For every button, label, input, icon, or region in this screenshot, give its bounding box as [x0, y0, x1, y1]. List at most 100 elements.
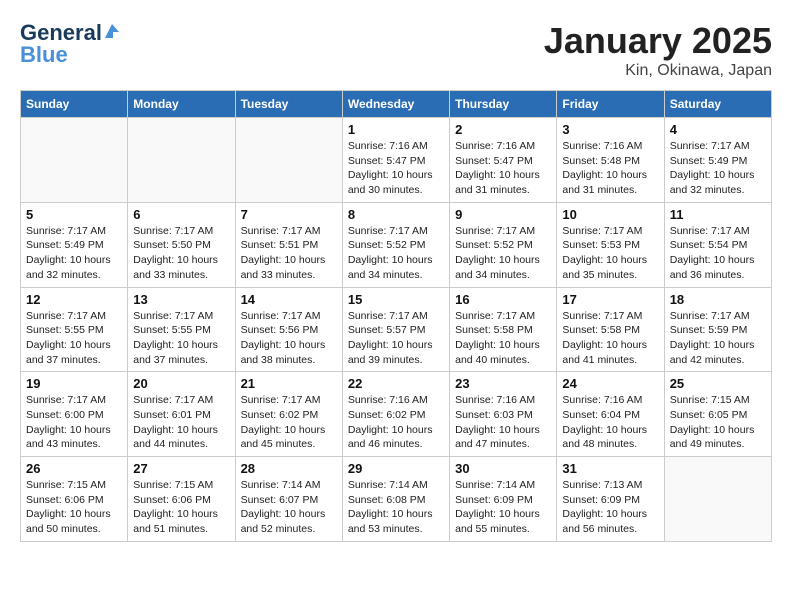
calendar-cell: 10Sunrise: 7:17 AM Sunset: 5:53 PM Dayli… — [557, 202, 664, 287]
calendar-cell: 30Sunrise: 7:14 AM Sunset: 6:09 PM Dayli… — [450, 457, 557, 542]
day-info: Sunrise: 7:17 AM Sunset: 5:49 PM Dayligh… — [670, 139, 766, 198]
calendar-cell: 15 Sunrise: 7:17 AM Sunset: 5:57 PM Dayli… — [342, 287, 449, 372]
calendar-cell: 1 Sunrise: 7:16 AM Sunset: 5:47 PM Daylig… — [342, 118, 449, 203]
calendar-cell: 11 Sunrise: 7:17 AM Sunset: 5:54 PM Dayli… — [664, 202, 771, 287]
day-number: 31 — [562, 461, 658, 476]
day-number: 29 — [348, 461, 444, 476]
logo-bird-icon — [103, 22, 121, 40]
day-number: 11 — [670, 207, 766, 222]
calendar-cell: 24 Sunrise: 7:16 AM Sunset: 6:04 PM Dayli… — [557, 372, 664, 457]
calendar-cell: 5 Sunrise: 7:17 AM Sunset: 5:49 PM Daylig… — [21, 202, 128, 287]
day-info: Sunrise: 7:14 AM Sunset: 6:09 PM Dayligh… — [455, 478, 551, 537]
calendar-cell — [235, 118, 342, 203]
day-info: Sunrise: 7:17 AM Sunset: 6:00 PM Dayligh… — [26, 393, 122, 452]
weekday-friday: Friday — [557, 91, 664, 118]
calendar-cell: 27 Sunrise: 7:15 AM Sunset: 6:06 PM Dayli… — [128, 457, 235, 542]
day-info: Sunrise: 7:17 AM Sunset: 5:52 PM Dayligh… — [348, 224, 444, 283]
day-number: 24 — [562, 376, 658, 391]
day-info: Sunrise: 7:16 AM Sunset: 5:47 PM Dayligh… — [348, 139, 444, 198]
day-info: Sunrise: 7:17 AM Sunset: 5:55 PM Dayligh… — [133, 309, 229, 368]
day-info: Sunrise: 7:15 AM Sunset: 6:06 PM Dayligh… — [133, 478, 229, 537]
day-info: Sunrise: 7:17 AM Sunset: 6:01 PM Dayligh… — [133, 393, 229, 452]
calendar-cell: 2Sunrise: 7:16 AM Sunset: 5:47 PM Daylig… — [450, 118, 557, 203]
weekday-header-row: SundayMondayTuesdayWednesdayThursdayFrid… — [21, 91, 772, 118]
calendar-cell: 3 Sunrise: 7:16 AM Sunset: 5:48 PM Daylig… — [557, 118, 664, 203]
day-info: Sunrise: 7:16 AM Sunset: 5:48 PM Dayligh… — [562, 139, 658, 198]
day-info: Sunrise: 7:16 AM Sunset: 6:02 PM Dayligh… — [348, 393, 444, 452]
calendar-title-block: January 2025 Kin, Okinawa, Japan — [544, 20, 772, 80]
calendar-cell: 23Sunrise: 7:16 AM Sunset: 6:03 PM Dayli… — [450, 372, 557, 457]
calendar-cell: 19 Sunrise: 7:17 AM Sunset: 6:00 PM Dayli… — [21, 372, 128, 457]
calendar-cell: 16 Sunrise: 7:17 AM Sunset: 5:58 PM Dayli… — [450, 287, 557, 372]
day-number: 3 — [562, 122, 658, 137]
calendar-cell: 9 Sunrise: 7:17 AM Sunset: 5:52 PM Daylig… — [450, 202, 557, 287]
calendar-cell: 4 Sunrise: 7:17 AM Sunset: 5:49 PM Daylig… — [664, 118, 771, 203]
day-info: Sunrise: 7:14 AM Sunset: 6:07 PM Dayligh… — [241, 478, 337, 537]
day-number: 20 — [133, 376, 229, 391]
day-info: Sunrise: 7:16 AM Sunset: 6:04 PM Dayligh… — [562, 393, 658, 452]
day-info: Sunrise: 7:15 AM Sunset: 6:06 PM Dayligh… — [26, 478, 122, 537]
day-number: 18 — [670, 292, 766, 307]
weekday-tuesday: Tuesday — [235, 91, 342, 118]
calendar-cell: 6 Sunrise: 7:17 AM Sunset: 5:50 PM Daylig… — [128, 202, 235, 287]
day-info: Sunrise: 7:17 AM Sunset: 5:56 PM Dayligh… — [241, 309, 337, 368]
calendar-cell: 13 Sunrise: 7:17 AM Sunset: 5:55 PM Dayli… — [128, 287, 235, 372]
calendar-cell: 26 Sunrise: 7:15 AM Sunset: 6:06 PM Dayli… — [21, 457, 128, 542]
calendar-cell: 20 Sunrise: 7:17 AM Sunset: 6:01 PM Dayli… — [128, 372, 235, 457]
calendar-cell: 21Sunrise: 7:17 AM Sunset: 6:02 PM Dayli… — [235, 372, 342, 457]
calendar-cell: 12Sunrise: 7:17 AM Sunset: 5:55 PM Dayli… — [21, 287, 128, 372]
calendar-cell — [21, 118, 128, 203]
day-number: 17 — [562, 292, 658, 307]
day-info: Sunrise: 7:16 AM Sunset: 6:03 PM Dayligh… — [455, 393, 551, 452]
day-info: Sunrise: 7:17 AM Sunset: 5:51 PM Dayligh… — [241, 224, 337, 283]
day-info: Sunrise: 7:17 AM Sunset: 5:52 PM Dayligh… — [455, 224, 551, 283]
calendar-cell: 31 Sunrise: 7:13 AM Sunset: 6:09 PM Dayli… — [557, 457, 664, 542]
logo: General Blue — [20, 20, 121, 68]
day-number: 28 — [241, 461, 337, 476]
calendar-cell: 14 Sunrise: 7:17 AM Sunset: 5:56 PM Dayli… — [235, 287, 342, 372]
day-number: 26 — [26, 461, 122, 476]
day-info: Sunrise: 7:17 AM Sunset: 5:57 PM Dayligh… — [348, 309, 444, 368]
week-row-1: 1 Sunrise: 7:16 AM Sunset: 5:47 PM Daylig… — [21, 118, 772, 203]
day-info: Sunrise: 7:17 AM Sunset: 5:58 PM Dayligh… — [562, 309, 658, 368]
day-number: 19 — [26, 376, 122, 391]
day-info: Sunrise: 7:17 AM Sunset: 5:49 PM Dayligh… — [26, 224, 122, 283]
day-info: Sunrise: 7:17 AM Sunset: 5:50 PM Dayligh… — [133, 224, 229, 283]
week-row-2: 5 Sunrise: 7:17 AM Sunset: 5:49 PM Daylig… — [21, 202, 772, 287]
week-row-4: 19 Sunrise: 7:17 AM Sunset: 6:00 PM Dayli… — [21, 372, 772, 457]
day-number: 15 — [348, 292, 444, 307]
day-info: Sunrise: 7:14 AM Sunset: 6:08 PM Dayligh… — [348, 478, 444, 537]
calendar-cell — [664, 457, 771, 542]
day-number: 10 — [562, 207, 658, 222]
day-info: Sunrise: 7:17 AM Sunset: 5:58 PM Dayligh… — [455, 309, 551, 368]
calendar-cell: 25Sunrise: 7:15 AM Sunset: 6:05 PM Dayli… — [664, 372, 771, 457]
calendar-table: SundayMondayTuesdayWednesdayThursdayFrid… — [20, 90, 772, 542]
day-number: 8 — [348, 207, 444, 222]
calendar-cell — [128, 118, 235, 203]
calendar-cell: 17 Sunrise: 7:17 AM Sunset: 5:58 PM Dayli… — [557, 287, 664, 372]
day-info: Sunrise: 7:17 AM Sunset: 5:54 PM Dayligh… — [670, 224, 766, 283]
day-number: 6 — [133, 207, 229, 222]
day-number: 22 — [348, 376, 444, 391]
day-number: 16 — [455, 292, 551, 307]
day-number: 5 — [26, 207, 122, 222]
day-number: 27 — [133, 461, 229, 476]
day-number: 9 — [455, 207, 551, 222]
day-number: 4 — [670, 122, 766, 137]
logo-blue: Blue — [20, 42, 68, 68]
calendar-cell: 28 Sunrise: 7:14 AM Sunset: 6:07 PM Dayli… — [235, 457, 342, 542]
weekday-saturday: Saturday — [664, 91, 771, 118]
week-row-5: 26 Sunrise: 7:15 AM Sunset: 6:06 PM Dayli… — [21, 457, 772, 542]
weekday-thursday: Thursday — [450, 91, 557, 118]
calendar-body: 1 Sunrise: 7:16 AM Sunset: 5:47 PM Daylig… — [21, 118, 772, 542]
calendar-cell: 18Sunrise: 7:17 AM Sunset: 5:59 PM Dayli… — [664, 287, 771, 372]
day-number: 14 — [241, 292, 337, 307]
calendar-cell: 29 Sunrise: 7:14 AM Sunset: 6:08 PM Dayli… — [342, 457, 449, 542]
day-number: 1 — [348, 122, 444, 137]
day-number: 12 — [26, 292, 122, 307]
day-info: Sunrise: 7:13 AM Sunset: 6:09 PM Dayligh… — [562, 478, 658, 537]
calendar-location: Kin, Okinawa, Japan — [544, 62, 772, 80]
weekday-sunday: Sunday — [21, 91, 128, 118]
day-number: 13 — [133, 292, 229, 307]
weekday-wednesday: Wednesday — [342, 91, 449, 118]
